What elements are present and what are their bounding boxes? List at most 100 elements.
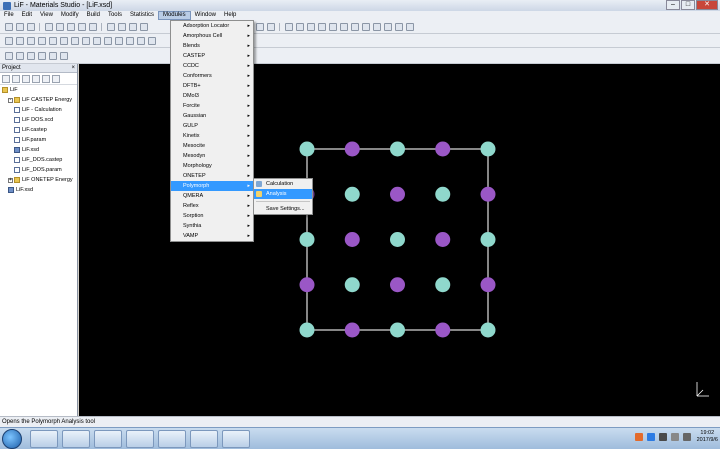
module-icon[interactable] [37, 36, 46, 45]
menu-item-synthia[interactable]: Synthia ▸ [171, 221, 253, 231]
module-icon[interactable] [59, 36, 68, 45]
ie-icon[interactable] [30, 430, 58, 448]
f-atom[interactable] [435, 186, 451, 202]
menu-build[interactable]: Build [83, 11, 104, 20]
tree-item[interactable]: LiF.xsd [0, 145, 77, 155]
li-atom[interactable] [344, 322, 360, 338]
view-icon[interactable] [48, 51, 57, 60]
minimize-button[interactable]: – [666, 0, 680, 10]
clean-icon[interactable] [317, 22, 326, 31]
lattice-icon[interactable] [394, 22, 403, 31]
li-atom[interactable] [390, 186, 405, 202]
menu-item-analysis[interactable]: Analysis [254, 189, 312, 199]
module-icon[interactable] [4, 36, 13, 45]
select-icon[interactable] [106, 22, 115, 31]
module-icon[interactable] [48, 36, 57, 45]
module-icon[interactable] [114, 36, 123, 45]
menu-item-calculation[interactable]: Calculation [254, 179, 312, 189]
menu-item-dmol3[interactable]: DMol3 ▸ [171, 91, 253, 101]
menu-item-kinetix[interactable]: Kinetix ▸ [171, 131, 253, 141]
measure-icon[interactable] [328, 22, 337, 31]
bond-icon[interactable] [306, 22, 315, 31]
f-atom[interactable] [435, 277, 451, 293]
tree-item[interactable]: LiF_DOS.param [0, 165, 77, 175]
pencil-icon[interactable] [284, 22, 293, 31]
module-icon[interactable] [136, 36, 145, 45]
view-icon[interactable] [59, 51, 68, 60]
menu-item-castep[interactable]: CASTEP ▸ [171, 51, 253, 61]
tree-item[interactable]: + LiF ONETEP Energy [0, 175, 77, 185]
menu-item-gaussian[interactable]: Gaussian ▸ [171, 111, 253, 121]
menu-item-mesodyn[interactable]: Mesodyn ▸ [171, 151, 253, 161]
li-atom[interactable] [480, 277, 496, 293]
module-icon[interactable] [92, 36, 101, 45]
charge-icon[interactable] [405, 22, 414, 31]
f-atom[interactable] [480, 322, 496, 338]
f-atom[interactable] [344, 186, 360, 202]
display-style-icon[interactable] [361, 22, 370, 31]
redo-icon[interactable] [88, 22, 97, 31]
maximize-button[interactable]: □ [681, 0, 695, 10]
f-atom[interactable] [390, 141, 405, 157]
zoom-icon[interactable] [139, 22, 148, 31]
atom-icon[interactable] [295, 22, 304, 31]
tray-icon[interactable] [634, 433, 643, 441]
media-player-icon[interactable] [94, 430, 122, 448]
tree-item[interactable]: LiF.castep [0, 125, 77, 135]
menu-item-gulp[interactable]: GULP ▸ [171, 121, 253, 131]
f-atom[interactable] [390, 232, 405, 247]
menu-item-save-settings[interactable]: Save Settings... [254, 204, 312, 214]
open-icon[interactable] [15, 22, 24, 31]
folder-icon[interactable] [62, 430, 90, 448]
volume-icon[interactable] [682, 433, 691, 441]
tray-icon[interactable] [646, 433, 655, 441]
menu-item-mesocite[interactable]: Mesocite ▸ [171, 141, 253, 151]
f-atom[interactable] [299, 232, 315, 247]
close-button[interactable]: ✕ [696, 0, 718, 10]
view-icon[interactable] [15, 51, 24, 60]
li-atom[interactable] [344, 141, 360, 157]
new-folder-icon[interactable] [2, 74, 10, 83]
tray-icon[interactable] [658, 433, 667, 441]
ms-icon[interactable] [126, 430, 154, 448]
menu-edit[interactable]: Edit [18, 11, 36, 20]
menu-item-blends[interactable]: Blends ▸ [171, 41, 253, 51]
bird-icon[interactable] [190, 430, 218, 448]
menu-item-qmera[interactable]: QMERA ▸ [171, 191, 253, 201]
menu-window[interactable]: Window [191, 11, 220, 20]
menu-item-morphology[interactable]: Morphology ▸ [171, 161, 253, 171]
view-icon[interactable] [37, 51, 46, 60]
module-icon[interactable] [15, 36, 24, 45]
delete-icon[interactable] [12, 74, 20, 83]
clock[interactable]: 19:02 2017/9/6 [697, 430, 718, 444]
li-atom[interactable] [435, 232, 451, 247]
collapse-icon[interactable]: - [8, 97, 13, 103]
li-atom[interactable] [344, 232, 360, 247]
rotate-icon[interactable] [117, 22, 126, 31]
f-atom[interactable] [299, 322, 315, 338]
network-icon[interactable] [670, 433, 679, 441]
dropdown-icon[interactable] [52, 74, 60, 83]
menu-tools[interactable]: Tools [104, 11, 126, 20]
menu-item-dftb-[interactable]: DFTB+ ▸ [171, 81, 253, 91]
app-icon[interactable] [158, 430, 186, 448]
menu-item-polymorph[interactable]: Polymorph ▸ [171, 181, 253, 191]
module-icon[interactable] [70, 36, 79, 45]
tree-item[interactable]: LiF_DOS.castep [0, 155, 77, 165]
li-atom[interactable] [299, 277, 315, 293]
module-icon[interactable] [125, 36, 134, 45]
module-icon[interactable] [81, 36, 90, 45]
tree-item[interactable]: - LiF CASTEP Energy [0, 95, 77, 105]
f-atom[interactable] [344, 277, 360, 293]
reset-view-icon[interactable] [266, 22, 275, 31]
view-icon[interactable] [26, 51, 35, 60]
translate-icon[interactable] [128, 22, 137, 31]
f-atom[interactable] [480, 141, 496, 157]
menu-item-ccdc[interactable]: CCDC ▸ [171, 61, 253, 71]
f-atom[interactable] [390, 322, 405, 338]
menu-statistics[interactable]: Statistics [126, 11, 158, 20]
menu-modules[interactable]: Modules [157, 11, 191, 20]
color-icon[interactable] [372, 22, 381, 31]
module-icon[interactable] [147, 36, 156, 45]
tree-item[interactable]: LiF DOS.xcd [0, 115, 77, 125]
